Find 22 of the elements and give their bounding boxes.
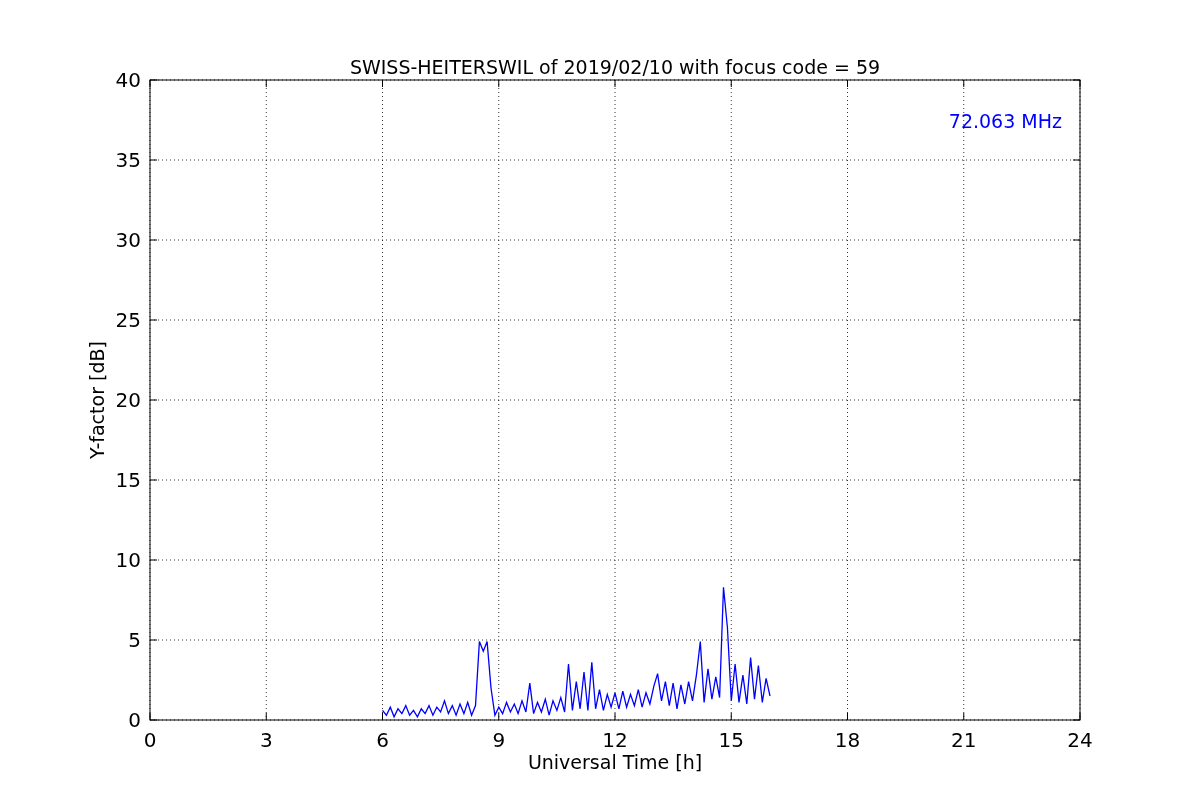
y-tick-label: 0	[128, 708, 141, 732]
y-axis-title: Y-factor [dB]	[86, 341, 108, 459]
y-tick-label: 40	[115, 68, 141, 92]
chart-title: SWISS-HEITERSWIL of 2019/02/10 with focus code = 59	[349, 56, 881, 78]
x-tick-label: 0	[143, 728, 157, 752]
series-label: 72.063 MHz	[948, 110, 1062, 132]
x-tick-label: 9	[492, 728, 506, 752]
x-tick-label: 21	[951, 728, 977, 752]
x-tick-label: 6	[376, 728, 389, 752]
y-tick-label: 20	[115, 388, 141, 412]
y-tick-label: 35	[115, 148, 141, 172]
x-tick-label: 3	[259, 728, 273, 752]
x-tick-label: 18	[834, 728, 861, 752]
y-tick-label: 15	[115, 468, 141, 492]
x-axis-title: Universal Time [h]	[527, 751, 703, 773]
y-tick-label: 30	[115, 228, 141, 252]
x-tick-label: 24	[1067, 728, 1093, 752]
y-tick-label: 10	[115, 548, 141, 572]
y-tick-label: 25	[115, 308, 141, 332]
y-tick-label: 5	[128, 628, 141, 652]
x-tick-label: 12	[602, 728, 628, 752]
x-tick-label: 15	[718, 728, 744, 752]
